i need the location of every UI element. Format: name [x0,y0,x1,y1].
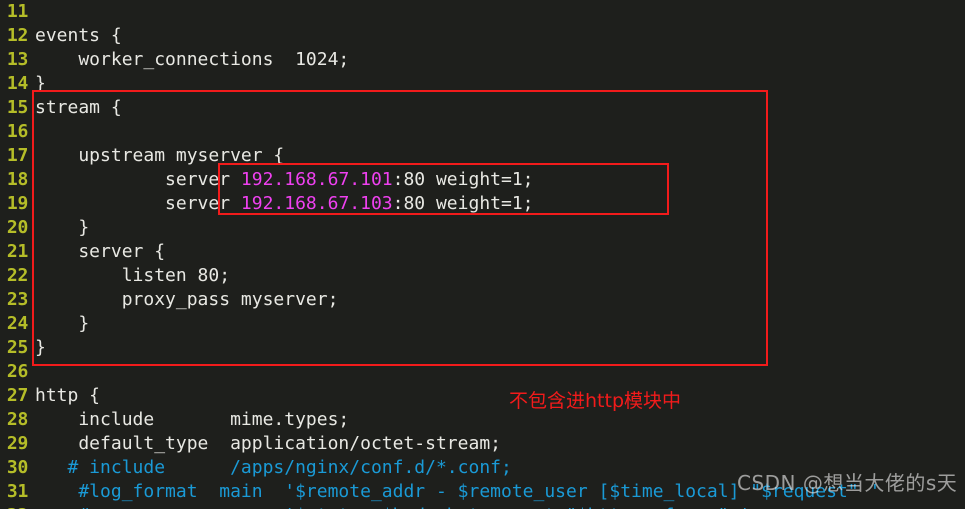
line-text[interactable]: server { [28,240,165,264]
line-number: 25 [6,337,28,358]
code-token-plain: :80 weight=1; [392,193,534,214]
line-number: 24 [6,313,28,334]
line-number: 15 [6,97,28,118]
code-editor-content[interactable]: 11 12 events {13 worker_connections 1024; 1… [0,0,965,509]
code-token-plain: include mime.types; [35,409,350,430]
code-line[interactable]: 22 listen 80; [0,264,965,288]
line-text[interactable]: #log_format main '$remote_addr - $remote… [28,480,880,504]
code-token-plain: server [35,193,241,214]
line-text[interactable]: server 192.168.67.101:80 weight=1; [28,168,534,192]
code-token-plain: listen 80; [35,265,231,286]
code-line[interactable]: 11 [0,0,965,24]
line-number: 32 [0,504,28,509]
code-screenshot: 11 12 events {13 worker_connections 1024; 1… [0,0,965,509]
code-token-plain: } [35,217,90,238]
line-text[interactable]: worker_connections 1024; [28,48,349,72]
line-number: 13 [6,49,28,70]
line-number: 19 [6,193,28,214]
line-number: 20 [6,217,28,238]
code-token-plain: server { [35,241,166,262]
code-line[interactable]: 29 default_type application/octet-stream… [0,432,965,456]
code-line[interactable]: 16 [0,120,965,144]
line-text[interactable]: http { [28,384,100,408]
line-text[interactable]: } [28,216,89,240]
code-token-plain: server [35,169,241,190]
code-line[interactable]: 31 #log_format main '$remote_addr - $rem… [0,480,965,504]
code-line[interactable]: 23 proxy_pass myserver; [0,288,965,312]
line-text[interactable]: default_type application/octet-stream; [28,432,501,456]
code-token-comment: # '$status $body_bytes_sent "$http_refer… [35,505,750,509]
code-line[interactable]: 14} [0,72,965,96]
code-token-plain: } [35,73,46,94]
line-number: 14 [6,73,28,94]
line-number: 28 [6,409,28,430]
code-line[interactable]: 32 # '$status $body_bytes_sent "$http_re… [0,504,965,509]
line-number: 11 [6,1,28,22]
code-line[interactable]: 18 server 192.168.67.101:80 weight=1; [0,168,965,192]
line-text[interactable]: # '$status $body_bytes_sent "$http_refer… [28,504,750,509]
code-line[interactable]: 27 http { [0,384,965,408]
line-text[interactable]: server 192.168.67.103:80 weight=1; [28,192,534,216]
line-text[interactable]: } [28,336,46,360]
code-token-plain: upstream myserver { [35,145,285,166]
line-number: 12 [6,25,28,46]
code-line[interactable]: 30 # include /apps/nginx/conf.d/*.conf; [0,456,965,480]
code-token-plain: stream { [35,97,122,118]
line-number: 23 [6,289,28,310]
line-text[interactable]: proxy_pass myserver; [28,288,339,312]
line-number: 21 [6,241,28,262]
line-text[interactable]: include mime.types; [28,408,349,432]
line-number: 16 [6,121,28,142]
line-text[interactable]: # include /apps/nginx/conf.d/*.conf; [28,456,512,480]
line-text[interactable]: } [28,312,89,336]
code-line[interactable]: 20 } [0,216,965,240]
line-number: 27 [6,385,28,406]
line-text[interactable]: stream { [28,96,122,120]
code-line[interactable]: 21 server { [0,240,965,264]
code-line[interactable]: 17 upstream myserver { [0,144,965,168]
code-token-plain: default_type application/octet-stream; [35,433,501,454]
line-number: 22 [6,265,28,286]
code-line[interactable]: 19 server 192.168.67.103:80 weight=1; [0,192,965,216]
code-token-ip: 192.168.67.103 [240,193,393,214]
line-number: 31 [6,481,28,502]
code-token-plain: events { [35,25,122,46]
code-line[interactable]: 24 } [0,312,965,336]
line-text[interactable]: listen 80; [28,264,230,288]
code-line[interactable]: 25} [0,336,965,360]
line-number: 17 [6,145,28,166]
line-text[interactable]: events { [28,24,122,48]
code-line[interactable]: 28 include mime.types; [0,408,965,432]
annotation-note-text: 不包含进http模块中 [509,390,682,412]
line-number: 18 [6,169,28,190]
code-token-plain: http { [35,385,101,406]
code-token-comment: # include /apps/nginx/conf.d/*.conf; [35,457,512,478]
code-token-plain: :80 weight=1; [392,169,534,190]
code-line[interactable]: 13 worker_connections 1024; [0,48,965,72]
code-token-plain: } [35,313,90,334]
code-line[interactable]: 12 events { [0,24,965,48]
code-token-plain: worker_connections 1024; [35,49,350,70]
code-token-plain: proxy_pass myserver; [35,289,339,310]
code-line[interactable]: 15 stream { [0,96,965,120]
code-token-ip: 192.168.67.101 [240,169,393,190]
line-number: 26 [6,361,28,382]
code-token-plain: } [35,337,46,358]
line-number: 30 [6,457,28,478]
line-number: 29 [6,433,28,454]
code-line[interactable]: 26 [0,360,965,384]
line-text[interactable]: } [28,72,46,96]
line-text[interactable]: upstream myserver { [28,144,284,168]
code-token-comment: #log_format main '$remote_addr - $remote… [35,481,881,502]
